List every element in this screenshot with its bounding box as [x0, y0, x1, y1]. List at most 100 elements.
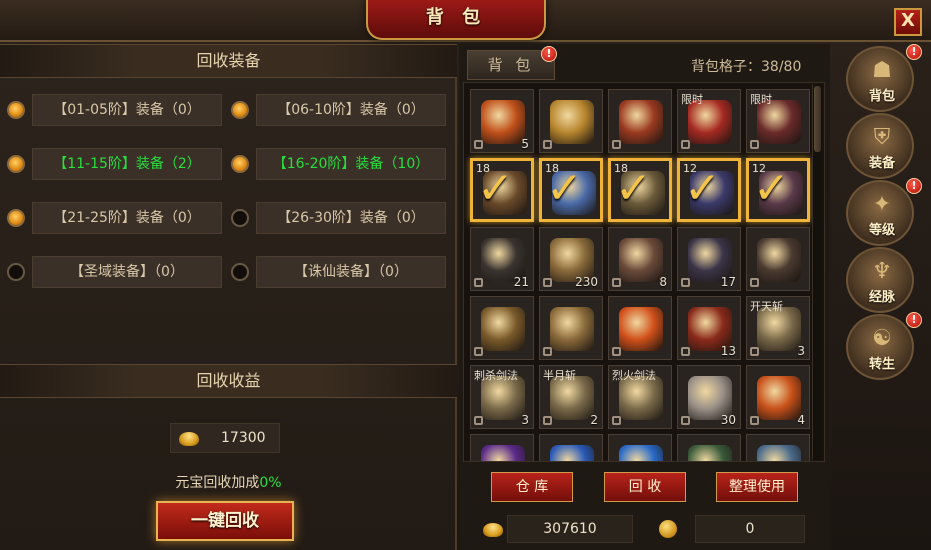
- recycle-all-button[interactable]: 一键回收: [156, 501, 294, 541]
- bag-slot[interactable]: 开天斩 3: [746, 296, 810, 360]
- lock-icon: [681, 416, 690, 425]
- recycle-option-label[interactable]: 【06-10阶】装备（0）: [256, 94, 446, 126]
- bag-slot[interactable]: 30: [677, 365, 741, 429]
- bag-slot[interactable]: 5: [470, 89, 534, 153]
- bag-slot[interactable]: 12 ✓: [746, 158, 810, 222]
- recycle-option-radio[interactable]: [7, 101, 25, 119]
- lock-icon: [474, 278, 483, 287]
- bag-slot[interactable]: 半月斩 2: [539, 365, 603, 429]
- side-tab-label: 等级: [868, 223, 895, 238]
- bag-slot[interactable]: [677, 434, 741, 461]
- bag-slot[interactable]: 限时: [677, 89, 741, 153]
- income-value: 17300: [221, 430, 266, 446]
- bag-slot[interactable]: [608, 89, 672, 153]
- side-tab-label: 背包: [868, 89, 895, 104]
- bag-slot[interactable]: 18 ✓: [539, 158, 603, 222]
- selected-check-icon: ✓: [753, 163, 790, 214]
- bag-slot[interactable]: [470, 434, 534, 461]
- recycle-option-label[interactable]: 【26-30阶】装备（0）: [256, 202, 446, 234]
- bag-slot[interactable]: [746, 434, 810, 461]
- item-icon: [757, 238, 801, 282]
- lock-icon: [681, 278, 690, 287]
- lock-icon: [543, 416, 552, 425]
- item-icon: [619, 100, 663, 144]
- recycle-option-label[interactable]: 【21-25阶】装备（0）: [32, 202, 222, 234]
- recycle-option-label[interactable]: 【11-15阶】装备（2）: [32, 148, 222, 180]
- side-tab-emblem-icon: ☯: [872, 326, 892, 351]
- lock-icon: [474, 347, 483, 356]
- side-tab-3[interactable]: ♆ 经脉: [846, 247, 914, 313]
- bonus-text: 元宝回收加成: [175, 475, 260, 491]
- side-tab-emblem-icon: ✦: [872, 192, 892, 217]
- income-box: 17300: [170, 423, 280, 453]
- bag-slot[interactable]: 13: [677, 296, 741, 360]
- item-tag: 限时: [750, 93, 772, 106]
- recycle-option-radio[interactable]: [7, 209, 25, 227]
- bag-slot[interactable]: 21: [470, 227, 534, 291]
- recycle-option-label[interactable]: 【01-05阶】装备（0）: [32, 94, 222, 126]
- bag-slot[interactable]: [746, 227, 810, 291]
- window-title: 背 包: [425, 7, 487, 28]
- side-tab-4[interactable]: ☯ 转生: [846, 314, 914, 380]
- item-icon: [757, 376, 801, 420]
- bag-slot[interactable]: 12 ✓: [677, 158, 741, 222]
- bag-slot[interactable]: [539, 89, 603, 153]
- recycle-option-label[interactable]: 【诛仙装备】（0）: [256, 256, 446, 288]
- bag-slot[interactable]: [539, 296, 603, 360]
- gold-ingot-icon: [179, 432, 199, 446]
- lock-icon: [474, 416, 483, 425]
- bag-slot[interactable]: 限时: [746, 89, 810, 153]
- item-count: 3: [521, 413, 529, 427]
- sort-use-button[interactable]: 整理使用: [716, 472, 798, 502]
- lock-icon: [543, 278, 552, 287]
- scroll-thumb[interactable]: [814, 86, 821, 152]
- recycle-option-radio[interactable]: [7, 263, 25, 281]
- bag-window: 背 包 X 回收装备 【01-05阶】装备（0） 【06-10阶】装备（0） 【11…: [0, 0, 931, 550]
- recycle-equip-header: 回收装备: [0, 44, 457, 78]
- lock-icon: [543, 347, 552, 356]
- item-count: 5: [521, 137, 529, 151]
- recycle-option-radio[interactable]: [231, 209, 249, 227]
- bag-slot[interactable]: [470, 296, 534, 360]
- side-tab-0[interactable]: ☗ 背包: [846, 46, 914, 112]
- warehouse-button[interactable]: 仓 库: [491, 472, 573, 502]
- bag-scrollbar[interactable]: [812, 84, 822, 460]
- recycle-option-radio[interactable]: [231, 263, 249, 281]
- side-tab-emblem-icon: ⛨: [873, 125, 891, 150]
- lock-icon: [474, 140, 483, 149]
- bag-slot[interactable]: 18 ✓: [470, 158, 534, 222]
- bag-slot[interactable]: 230: [539, 227, 603, 291]
- bag-slot[interactable]: 烈火剑法: [608, 365, 672, 429]
- bag-slot[interactable]: 刺杀剑法 3: [470, 365, 534, 429]
- title-plate: 背 包: [366, 0, 546, 40]
- alert-badge: !: [906, 44, 922, 60]
- item-tag: 开天斩: [750, 300, 783, 313]
- recycle-option-radio[interactable]: [231, 101, 249, 119]
- lock-icon: [612, 140, 621, 149]
- side-tab-2[interactable]: ✦ 等级: [846, 180, 914, 246]
- bag-slot[interactable]: 4: [746, 365, 810, 429]
- item-icon: [619, 307, 663, 351]
- item-count: 2: [590, 413, 598, 427]
- bag-slot[interactable]: [608, 434, 672, 461]
- close-button[interactable]: X: [894, 8, 922, 36]
- recycle-option-radio[interactable]: [7, 155, 25, 173]
- bag-slot[interactable]: [539, 434, 603, 461]
- recycle-option-radio[interactable]: [231, 155, 249, 173]
- recycle-button[interactable]: 回 收: [604, 472, 686, 502]
- coin-icon: [659, 520, 677, 538]
- bag-slot[interactable]: 8: [608, 227, 672, 291]
- side-tab-bar: ☗ 背包! ⛨ 装备 ✦ 等级! ♆ 经脉 ☯ 转生!: [832, 44, 931, 550]
- bag-slot[interactable]: [608, 296, 672, 360]
- bag-slot[interactable]: 18 ✓: [608, 158, 672, 222]
- lock-icon: [750, 140, 759, 149]
- bag-slot[interactable]: 17: [677, 227, 741, 291]
- bonus-line: 元宝回收加成0%: [0, 472, 457, 492]
- side-tab-1[interactable]: ⛨ 装备: [846, 113, 914, 179]
- recycle-option-label[interactable]: 【圣域装备】（0）: [32, 256, 222, 288]
- bag-grid: 5 限时 限时 18 ✓ 18 ✓ 18 ✓ 12 ✓ 12 ✓ 21 230 8 17 13 开天斩 3 刺杀剑法 3 半…: [463, 82, 825, 462]
- bag-capacity: 背包格子：38/80: [691, 59, 802, 75]
- recycle-option-label[interactable]: 【16-20阶】装备（10）: [256, 148, 446, 180]
- lock-icon: [543, 140, 552, 149]
- side-tab-label: 装备: [868, 156, 895, 171]
